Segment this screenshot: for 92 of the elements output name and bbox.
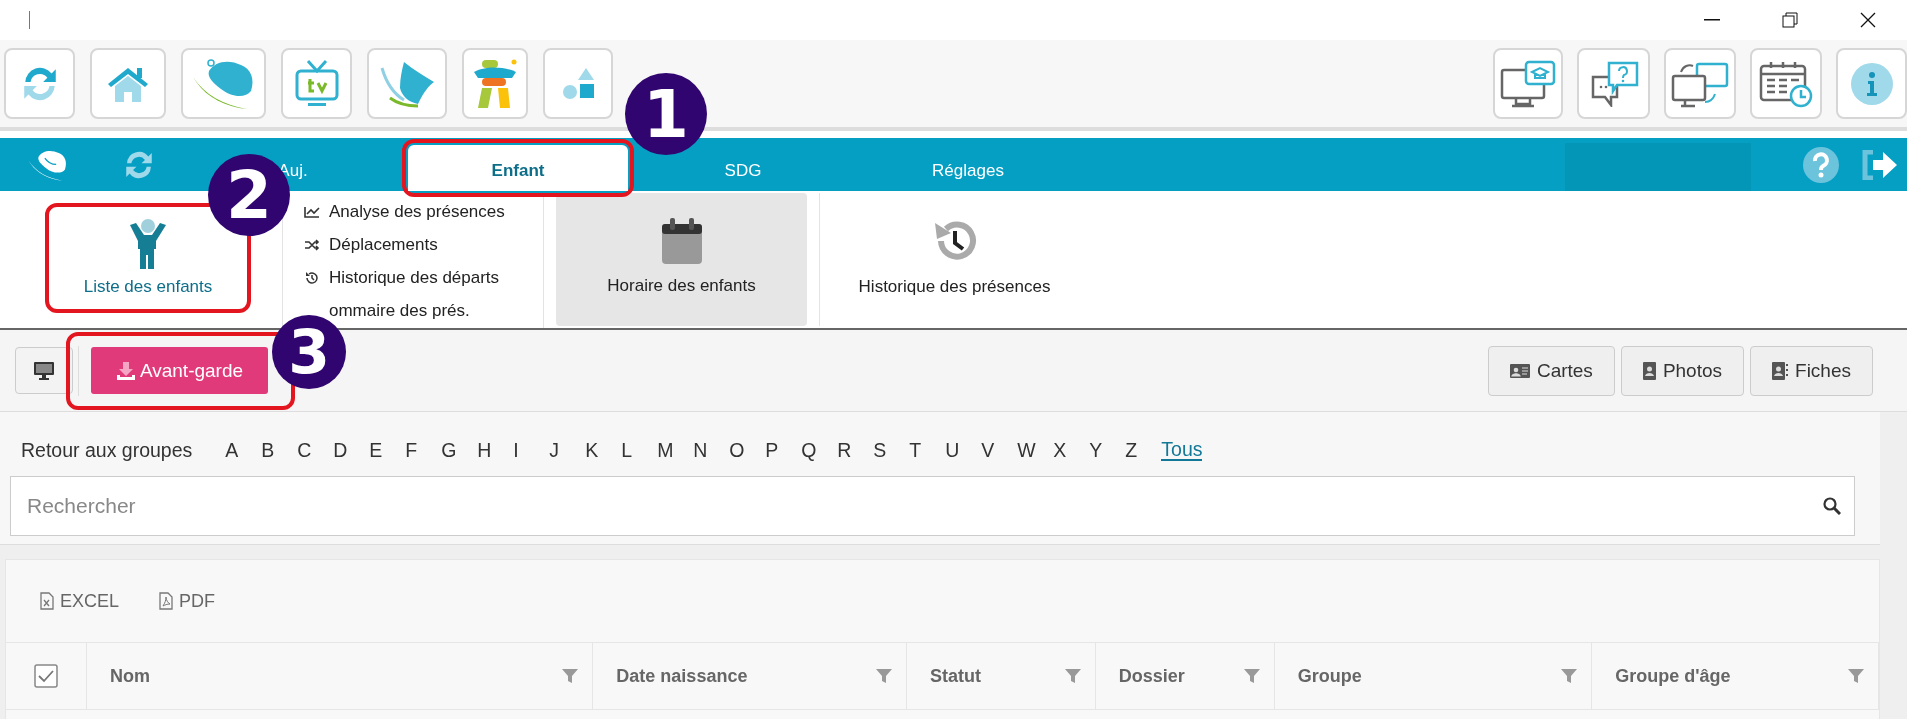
letter-link[interactable]: C bbox=[297, 438, 334, 462]
monitor-graduation-icon bbox=[1500, 59, 1556, 108]
letter-link[interactable]: X bbox=[1053, 438, 1090, 462]
letter-link[interactable]: A bbox=[225, 438, 262, 462]
view-button[interactable]: Photos bbox=[1620, 345, 1745, 396]
select-all-checkbox[interactable] bbox=[33, 664, 58, 688]
toolbar-button[interactable] bbox=[1577, 48, 1650, 119]
text-cursor bbox=[29, 11, 30, 29]
export-button[interactable]: PDF bbox=[159, 590, 216, 612]
column-header: Nom bbox=[109, 665, 150, 687]
letter-link[interactable]: Tous bbox=[1161, 439, 1203, 461]
calendar-clock-icon bbox=[1759, 59, 1813, 108]
children-list-link[interactable]: Liste des enfants bbox=[83, 277, 213, 297]
ribbon-card[interactable]: Horaire des enfants bbox=[556, 193, 807, 326]
child-figure-icon[interactable] bbox=[128, 219, 168, 271]
download-button[interactable]: Avant-garde bbox=[91, 347, 268, 394]
toolbar-button[interactable] bbox=[1750, 48, 1822, 119]
letter-link[interactable]: R bbox=[837, 438, 874, 462]
view-button[interactable]: Cartes bbox=[1487, 345, 1615, 396]
chart-icon bbox=[304, 205, 320, 218]
shuffle-icon bbox=[304, 238, 320, 251]
ribbon-link[interactable]: Déplacements bbox=[329, 234, 438, 255]
tv-icon bbox=[293, 58, 340, 109]
contact-file-icon bbox=[1772, 361, 1789, 380]
letter-link[interactable]: P bbox=[765, 438, 802, 462]
letter-link[interactable]: M bbox=[657, 438, 694, 462]
monitor-icon bbox=[34, 361, 54, 380]
toolbar-button[interactable] bbox=[181, 48, 266, 119]
close-icon bbox=[1860, 12, 1876, 28]
display-button[interactable] bbox=[15, 347, 73, 394]
filter-icon[interactable] bbox=[876, 668, 892, 684]
toolbar-button[interactable] bbox=[1836, 48, 1907, 119]
letter-link[interactable]: K bbox=[585, 438, 622, 462]
letter-link[interactable]: W bbox=[1017, 438, 1054, 462]
logout-icon[interactable] bbox=[1861, 149, 1899, 180]
nav-tab[interactable]: Enfant bbox=[408, 145, 628, 191]
toolbar-button[interactable] bbox=[462, 48, 528, 119]
column-header: Dossier bbox=[1118, 665, 1185, 687]
letter-link[interactable]: Y bbox=[1089, 438, 1126, 462]
filter-icon[interactable] bbox=[1064, 668, 1081, 684]
id-card-icon bbox=[1509, 363, 1530, 378]
letter-link[interactable]: V bbox=[981, 438, 1018, 462]
letter-link[interactable]: D bbox=[333, 438, 370, 462]
toolbar-button[interactable] bbox=[1493, 48, 1563, 119]
excel-file-icon bbox=[40, 592, 54, 610]
portrait-icon bbox=[1642, 361, 1656, 380]
download-icon bbox=[115, 360, 136, 381]
toolbar-button[interactable] bbox=[367, 48, 447, 119]
letter-link[interactable]: E bbox=[369, 438, 406, 462]
column-header: Statut bbox=[930, 665, 981, 687]
info-icon bbox=[1850, 62, 1893, 105]
column-header: Date naissance bbox=[616, 665, 748, 687]
filter-icon[interactable] bbox=[1243, 668, 1260, 684]
letter-link[interactable]: I bbox=[513, 438, 550, 462]
view-button[interactable]: Fiches bbox=[1750, 345, 1873, 396]
minimize-icon bbox=[1704, 19, 1720, 21]
toolbar-button[interactable] bbox=[90, 48, 166, 119]
toolbar-button[interactable] bbox=[1664, 48, 1736, 119]
letter-link[interactable]: J bbox=[549, 438, 586, 462]
ribbon-card[interactable]: Historique des présences bbox=[819, 193, 1089, 326]
letter-link[interactable]: G bbox=[441, 438, 478, 462]
restore-icon bbox=[1782, 12, 1798, 28]
letter-link[interactable]: U bbox=[945, 438, 982, 462]
letter-link[interactable]: Q bbox=[801, 438, 838, 462]
toolbar-button[interactable] bbox=[4, 48, 75, 119]
history-icon bbox=[304, 270, 320, 287]
column-header: Groupe bbox=[1297, 665, 1362, 687]
filter-icon[interactable] bbox=[562, 668, 579, 684]
ribbon-link[interactable]: Historique des départs bbox=[329, 268, 500, 289]
letter-link[interactable]: F bbox=[405, 438, 442, 462]
stacked-figure-icon bbox=[472, 57, 518, 110]
step-number: 3 bbox=[272, 315, 346, 389]
letter-link[interactable]: S bbox=[873, 438, 910, 462]
export-button[interactable]: EXCEL bbox=[40, 590, 120, 612]
pdf-file-icon bbox=[159, 592, 174, 610]
calendar-icon bbox=[661, 217, 702, 264]
letter-link[interactable]: O bbox=[729, 438, 766, 462]
toolbar-button[interactable] bbox=[281, 48, 352, 119]
letter-link[interactable]: N bbox=[693, 438, 730, 462]
letter-link[interactable]: L bbox=[621, 438, 658, 462]
back-link[interactable]: Retour aux groupes bbox=[21, 438, 193, 462]
leaf-icon bbox=[378, 59, 436, 108]
ribbon-link[interactable]: Analyse des présences bbox=[329, 201, 505, 222]
column-header: Groupe d'âge bbox=[1615, 665, 1731, 687]
letter-link[interactable]: Z bbox=[1125, 438, 1162, 462]
filter-icon[interactable] bbox=[1561, 668, 1578, 684]
letter-link[interactable]: B bbox=[261, 438, 298, 462]
letter-link[interactable]: T bbox=[909, 438, 946, 462]
letter-link[interactable]: H bbox=[477, 438, 514, 462]
toolbar-button[interactable] bbox=[543, 48, 613, 119]
filter-icon[interactable] bbox=[1848, 668, 1864, 684]
help-icon[interactable] bbox=[1803, 146, 1839, 183]
